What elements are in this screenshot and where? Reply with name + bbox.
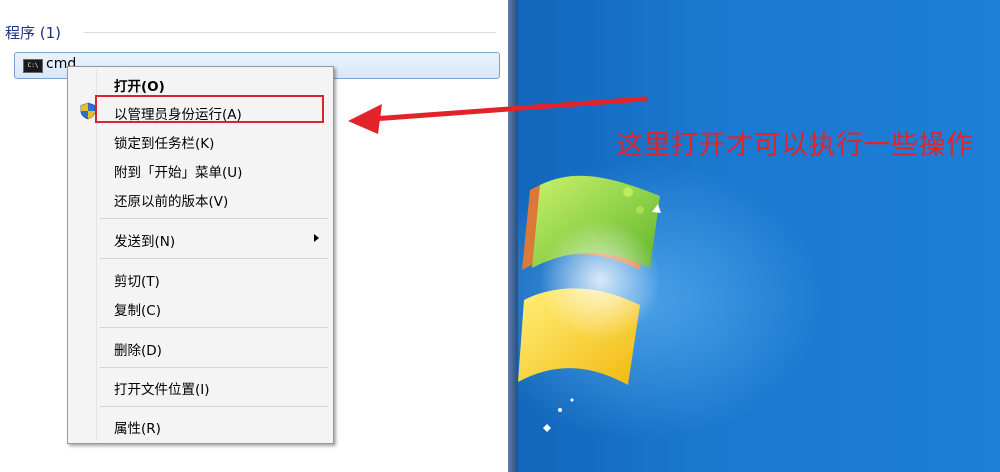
annotation-arrow-icon [348, 96, 648, 134]
annotation-text: 这里打开才可以执行一些操作 [616, 130, 974, 161]
